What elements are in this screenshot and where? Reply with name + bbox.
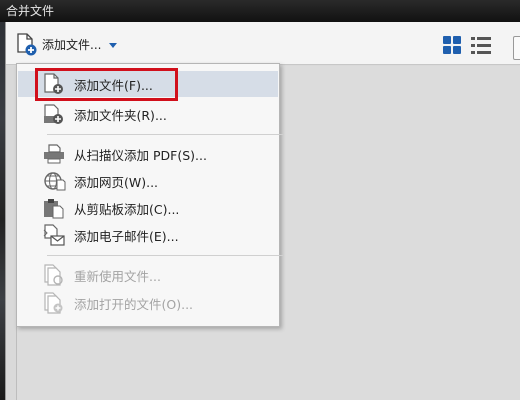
toolbar-edge-control [513, 36, 520, 60]
web-page-icon [44, 172, 66, 191]
dropdown-caret-icon [109, 42, 118, 48]
menu-item-label: 重新使用文件... [74, 268, 161, 284]
menu-separator [47, 134, 283, 135]
list-view-icon[interactable] [471, 36, 491, 54]
menu-separator [47, 255, 283, 256]
add-files-button[interactable]: 添加文件... [14, 32, 118, 56]
thumbnail-view-icon[interactable] [443, 36, 461, 54]
menu-item-add-folder[interactable]: 添加文件夹(R)... [18, 101, 278, 127]
menu-item-label: 添加网页(W)... [74, 174, 159, 190]
menu-item-label: 添加电子邮件(E)... [74, 228, 179, 244]
clipboard-icon [44, 199, 64, 219]
menu-item-add-web-page[interactable]: 添加网页(W)... [18, 168, 278, 194]
window-title: 合并文件 [6, 4, 55, 18]
email-icon [43, 224, 65, 246]
menu-item-label: 从剪贴板添加(C)... [74, 201, 180, 217]
toolbar: 添加文件... [6, 22, 520, 65]
add-file-icon [17, 33, 37, 56]
add-folder-icon [44, 104, 63, 124]
menu-item-label: 添加文件夹(R)... [74, 107, 167, 123]
reuse-files-icon [44, 264, 63, 286]
menu-item-add-from-scanner[interactable]: 从扫描仪添加 PDF(S)... [18, 141, 278, 167]
add-files-menu: 添加文件(F)... 添加文件夹(R)... 从扫描仪添加 PDF(S)... … [16, 63, 283, 327]
view-toggle-group [443, 36, 491, 54]
add-files-label: 添加文件... [42, 37, 102, 52]
menu-item-add-email[interactable]: 添加电子邮件(E)... [18, 222, 278, 248]
scanner-icon [44, 144, 64, 164]
menu-item-reuse-files[interactable]: 重新使用文件... [18, 262, 278, 288]
add-open-files-icon [44, 292, 63, 314]
highlight-annotation-box [35, 68, 178, 101]
title-bar: 合并文件 [0, 0, 520, 22]
menu-item-label: 从扫描仪添加 PDF(S)... [74, 147, 207, 163]
menu-item-label: 添加打开的文件(O)... [74, 296, 194, 312]
menu-item-add-open-files[interactable]: 添加打开的文件(O)... [18, 290, 278, 316]
menu-item-add-from-clipboard[interactable]: 从剪贴板添加(C)... [18, 195, 278, 221]
